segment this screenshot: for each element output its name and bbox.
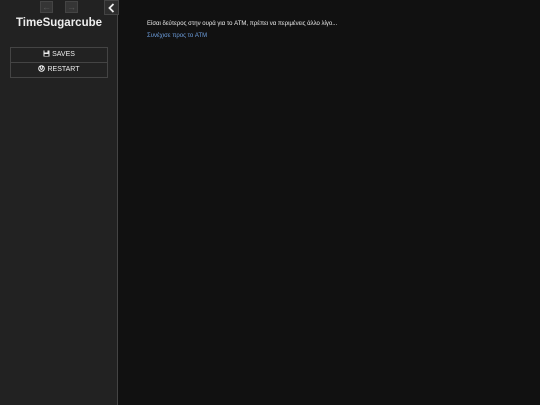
chevron-left-icon (108, 3, 115, 13)
restart-button[interactable]: RESTART (11, 63, 107, 77)
ui-bar: ← → TimeSugarcube SAVES RESTART (0, 0, 119, 405)
continue-link[interactable]: Συνέχισε προς το ATM (147, 30, 507, 42)
power-icon (38, 65, 46, 72)
sidebar-toggle-button[interactable] (104, 0, 119, 15)
history-back-button[interactable]: ← (40, 1, 53, 13)
saves-button[interactable]: SAVES (11, 48, 107, 63)
passage: Είσαι δεύτερος στην ουρά για το ATM, πρέ… (147, 18, 507, 42)
story-menu: SAVES RESTART (10, 47, 108, 78)
story-title: TimeSugarcube (15, 17, 103, 29)
history-forward-button[interactable]: → (65, 1, 78, 13)
arrow-left-icon: ← (42, 2, 51, 12)
arrow-right-icon: → (67, 2, 76, 12)
save-icon (43, 50, 50, 57)
passage-text: Είσαι δεύτερος στην ουρά για το ATM, πρέ… (147, 21, 338, 27)
saves-label: SAVES (52, 51, 75, 58)
restart-label: RESTART (47, 66, 80, 73)
